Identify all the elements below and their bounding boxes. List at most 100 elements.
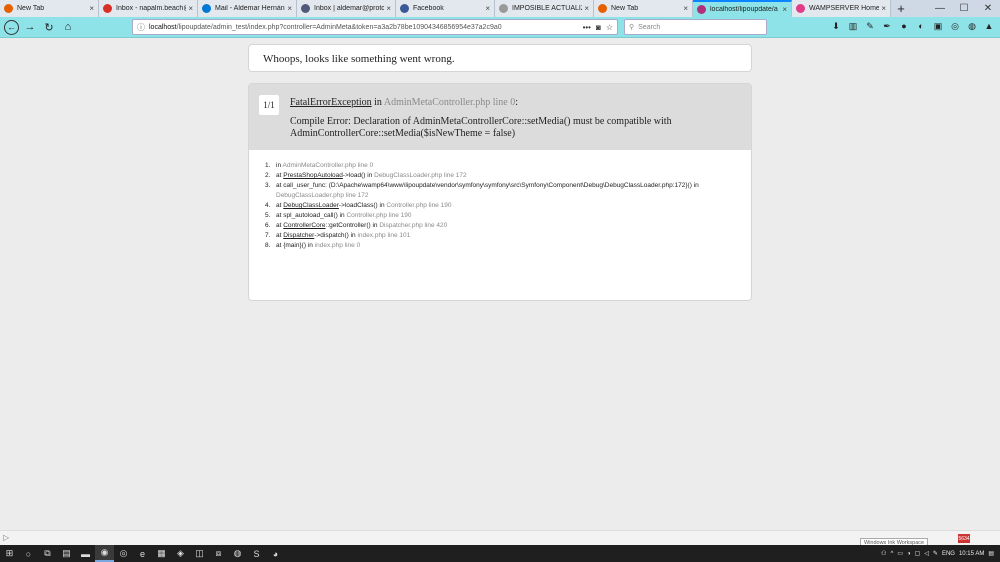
clock[interactable]: 10:15 AM	[959, 551, 984, 557]
address-bar[interactable]: ⓘ localhost/lipoupdate/admin_test/index.…	[132, 19, 618, 35]
app-icon[interactable]: ⧈	[209, 545, 228, 562]
system-tray: ⚇ ^ ▭ ◑ ▢ ◁ ✎ ENG 10:15 AM ▤	[881, 545, 1000, 562]
close-window-button[interactable]: ✕	[976, 3, 1000, 14]
extension-icon[interactable]: ✒	[881, 19, 893, 33]
pen-icon[interactable]: ✎	[933, 550, 938, 557]
favicon-icon	[796, 4, 805, 13]
new-tab-button[interactable]: +	[891, 0, 911, 17]
people-icon[interactable]: ⚇	[881, 550, 886, 557]
tab-strip: New Tab × Inbox - napalm.beach@ × Mail - Ald…	[0, 0, 1000, 17]
library-icon[interactable]: ▥	[847, 19, 859, 33]
cortana-icon[interactable]: ○	[19, 545, 38, 562]
extension-icon[interactable]: ▣	[932, 19, 944, 33]
tray-icon[interactable]: ▢	[915, 550, 921, 557]
volume-icon[interactable]: ◁	[924, 550, 929, 557]
tab[interactable]: Facebook ×	[396, 0, 495, 17]
exception-class[interactable]: FatalErrorException	[290, 97, 372, 108]
tab[interactable]: New Tab ×	[594, 0, 693, 17]
tab-close-icon[interactable]: ×	[89, 4, 94, 13]
tab-close-icon[interactable]: ×	[683, 4, 688, 13]
tab[interactable]: Inbox | aldemar@protc ×	[297, 0, 396, 17]
tab-close-icon[interactable]: ×	[485, 4, 490, 13]
back-button[interactable]: ←	[4, 19, 19, 35]
task-view-icon[interactable]: ⧉	[38, 545, 57, 562]
file-explorer-icon[interactable]: ▬	[76, 545, 95, 562]
tab-close-icon[interactable]: ×	[287, 4, 292, 13]
trace-class-link[interactable]: Dispatcher	[283, 232, 314, 239]
firefox-icon[interactable]: ◉	[95, 545, 114, 562]
trace-item: 3. at call_user_func: (D:\Apache\wamp64\w…	[265, 181, 751, 201]
tab-close-icon[interactable]: ×	[782, 5, 787, 14]
tab[interactable]: New Tab ×	[0, 0, 99, 17]
extension-icon[interactable]: ◍	[966, 19, 978, 33]
tab[interactable]: Mail - Aldemar Hernánd ×	[198, 0, 297, 17]
forward-button[interactable]: →	[22, 19, 38, 35]
app-icon[interactable]: ◍	[228, 545, 247, 562]
skype-icon[interactable]: S	[247, 545, 266, 562]
page-actions-icon[interactable]: •••	[583, 23, 591, 32]
favicon-icon	[4, 4, 13, 13]
spotify-icon[interactable]: ◕	[266, 545, 285, 562]
trace-item: 4. at DebugClassLoader->loadClass() in Co…	[265, 201, 751, 211]
calculator-icon[interactable]: ▦	[152, 545, 171, 562]
page-content: Whoops, looks like something went wrong.…	[0, 38, 1000, 530]
chrome-icon[interactable]: ◎	[114, 545, 133, 562]
trace-call: ::getController() in	[325, 222, 380, 229]
action-center-icon[interactable]: ▤	[988, 550, 994, 557]
bookmark-star-icon[interactable]: ☆	[606, 23, 613, 32]
tab-close-icon[interactable]: ×	[188, 4, 193, 13]
trace-number: 2.	[265, 172, 271, 179]
trace-class-link[interactable]: ControllerCore	[283, 222, 325, 229]
trace-item: 1. in AdminMetaController.php line 0	[265, 161, 751, 171]
show-hidden-icons[interactable]: ^	[891, 551, 894, 557]
trace-item: 8. at {main}() in index.php line 0	[265, 241, 751, 251]
trace-number: 6.	[265, 222, 271, 229]
store-icon[interactable]: ▤	[57, 545, 76, 562]
info-icon[interactable]: ⓘ	[137, 22, 145, 33]
tab-close-icon[interactable]: ×	[584, 4, 589, 13]
pocket-icon[interactable]: ◙	[596, 23, 601, 32]
maximize-button[interactable]: ☐	[952, 3, 976, 14]
extension-icon[interactable]: ◎	[949, 19, 961, 33]
tab[interactable]: Inbox - napalm.beach@ ×	[99, 0, 198, 17]
tab[interactable]: WAMPSERVER Homepa×	[792, 0, 891, 17]
app-icon[interactable]: ◫	[190, 545, 209, 562]
extension-icon[interactable]: ●	[898, 19, 910, 33]
trace-location: Controller.php line 190	[346, 212, 412, 219]
tab[interactable]: localhost/lipoupdate/a ×	[693, 0, 792, 17]
exception-header: 1/1 FatalErrorException in AdminMetaCont…	[249, 84, 751, 150]
trace-number: 1.	[265, 162, 271, 169]
home-button[interactable]: ⌂	[60, 19, 76, 35]
trace-number: 3.	[265, 182, 271, 189]
exception-counter: 1/1	[259, 95, 279, 115]
edge-icon[interactable]: e	[133, 545, 152, 562]
tab-title: WAMPSERVER Homepa	[809, 5, 879, 12]
trace-location: Controller.php line 190	[386, 202, 452, 209]
tab-title: New Tab	[611, 5, 639, 12]
favicon-icon	[697, 5, 706, 14]
reload-button[interactable]: ↻	[41, 19, 57, 35]
download-icon[interactable]: ⬇	[830, 19, 842, 33]
favicon-icon	[202, 4, 211, 13]
notification-badge[interactable]: 5634	[958, 534, 970, 543]
extension-icon[interactable]: ▲	[983, 19, 995, 33]
windows-start-icon[interactable]: ⊞	[0, 545, 19, 562]
expand-arrow-icon[interactable]: ▷	[3, 533, 9, 542]
language-indicator[interactable]: ENG	[942, 551, 955, 557]
extension-icon[interactable]: ◐	[915, 19, 927, 33]
app-icon[interactable]: ◈	[171, 545, 190, 562]
trace-class-link[interactable]: PrestaShopAutoload	[283, 172, 343, 179]
url-host: localhost	[149, 23, 177, 31]
tray-icon[interactable]: ◑	[907, 551, 911, 557]
tab-close-icon[interactable]: ×	[881, 4, 886, 13]
trace-class-link[interactable]: DebugClassLoader	[283, 202, 339, 209]
tab[interactable]: IMPOSIBLE ACTUALIZA ×	[495, 0, 594, 17]
search-placeholder: Search	[638, 23, 661, 31]
trace-item: 2. at PrestaShopAutoload->load() in Debug…	[265, 171, 751, 181]
search-input[interactable]: ⚲ Search	[624, 19, 767, 35]
status-bar: ▷ Windows Ink Workspace 5634	[0, 530, 1000, 547]
tab-close-icon[interactable]: ×	[386, 4, 391, 13]
minimize-button[interactable]: —	[928, 3, 952, 14]
tray-icon[interactable]: ▭	[897, 550, 903, 557]
extension-icon[interactable]: ✎	[864, 19, 876, 33]
